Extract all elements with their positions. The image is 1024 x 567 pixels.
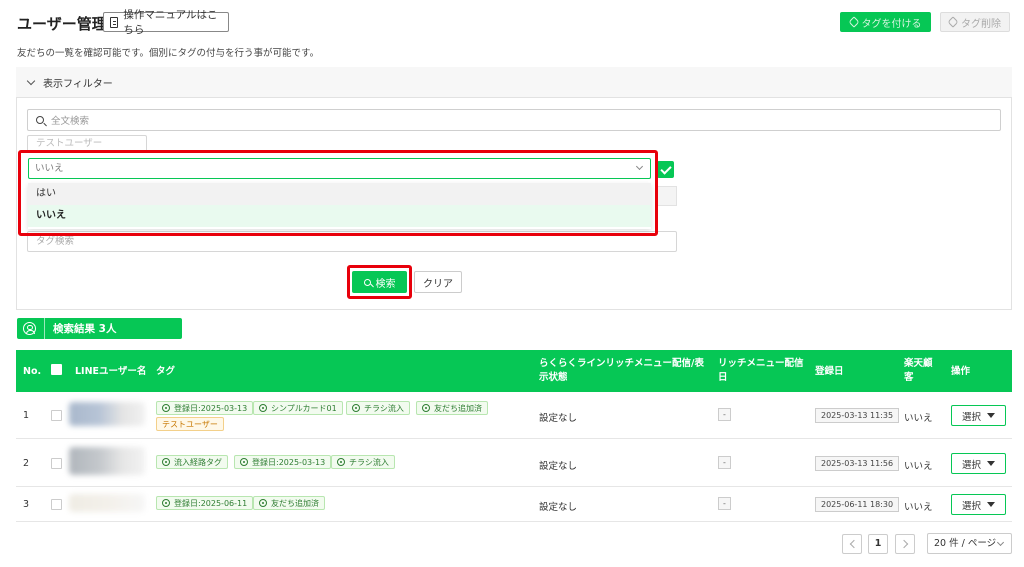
tag-chip[interactable]: 登録日:2025-03-13	[156, 401, 254, 415]
manual-button[interactable]: 操作マニュアルはこちら	[103, 9, 229, 36]
tag-chip[interactable]: 流入経路タグ	[156, 455, 228, 469]
chevron-down-icon	[26, 76, 36, 85]
row-divider	[16, 486, 1012, 487]
user-icon	[23, 322, 36, 335]
filter-toggle[interactable]: 表示フィルター	[16, 67, 1012, 98]
tag-chip[interactable]: 登録日:2025-03-13	[234, 455, 332, 469]
select-action-button[interactable]: 選択	[951, 494, 1006, 515]
row-checkbox[interactable]	[51, 410, 62, 421]
col-richmenu-status: らくらくラインリッチメニュー配信/表 示状態	[539, 358, 704, 383]
page-title: ユーザー管理	[17, 15, 107, 33]
select-action-button[interactable]: 選択	[951, 453, 1006, 474]
row-checkbox[interactable]	[51, 458, 62, 469]
remove-tag-label: タグ削除	[961, 18, 1001, 30]
highlight-box	[347, 265, 412, 299]
remove-tag-icon[interactable]	[259, 404, 267, 412]
select-all-checkbox[interactable]	[51, 364, 62, 375]
col-rakuten: 楽天顧 客	[904, 358, 933, 383]
caret-down-icon	[987, 461, 995, 466]
col-registered: 登録日	[815, 366, 844, 377]
row-divider	[16, 438, 1012, 439]
col-actions: 操作	[951, 366, 971, 377]
chevron-down-icon	[996, 538, 1005, 547]
filter-title: 表示フィルター	[43, 78, 113, 90]
tag-chip[interactable]: シンプルカード01	[253, 401, 343, 415]
remove-tag-icon[interactable]	[259, 499, 267, 507]
remove-tag-icon[interactable]	[422, 404, 430, 412]
tag-chip[interactable]: チラシ流入	[346, 401, 410, 415]
remove-tag-icon[interactable]	[162, 499, 170, 507]
caret-down-icon	[987, 502, 995, 507]
tag-chip[interactable]: テストユーザー	[156, 417, 224, 431]
row-number: 2	[23, 458, 30, 469]
delivery-date: -	[718, 456, 731, 469]
tag-chip[interactable]: 友だち追加済	[416, 401, 488, 415]
delivery-date: -	[718, 408, 731, 421]
tag-chip[interactable]: 友だち追加済	[253, 496, 325, 510]
registered-date: 2025-06-11 18:30	[815, 497, 900, 512]
full-text-search-input[interactable]: 全文検索	[27, 109, 1001, 131]
registered-date: 2025-03-13 11:56	[815, 456, 900, 471]
document-icon	[110, 16, 119, 28]
remove-tag-button[interactable]: タグ削除	[940, 12, 1010, 32]
rakuten-status: いいえ	[904, 502, 933, 513]
search-icon	[36, 116, 44, 124]
page-size-value: 20 件 / ページ	[934, 538, 997, 549]
manual-button-label: 操作マニュアルはこちら	[123, 9, 218, 36]
select-action-button[interactable]: 選択	[951, 405, 1006, 426]
search-placeholder: 全文検索	[51, 116, 90, 127]
results-count: 検索結果 3人	[53, 323, 117, 335]
page-description: 友だちの一覧を確認可能です。個別にタグの付与を行う事が可能です。	[17, 48, 320, 59]
page-number[interactable]: 1	[868, 534, 888, 554]
filter-checkbox[interactable]	[657, 161, 674, 178]
tag-chip[interactable]: チラシ流入	[331, 455, 395, 469]
col-no: No.	[23, 366, 42, 377]
tag-icon	[947, 16, 959, 28]
richmenu-status: 設定なし	[539, 502, 578, 513]
add-tag-label: タグを付ける	[861, 18, 922, 30]
row-divider	[16, 521, 1012, 522]
col-richmenu-delivery: リッチメニュー配信 日	[718, 358, 804, 383]
clear-button[interactable]: クリア	[414, 271, 462, 293]
remove-tag-icon[interactable]	[240, 458, 248, 466]
richmenu-status: 設定なし	[539, 461, 578, 472]
row-number: 1	[23, 410, 30, 421]
results-banner: 検索結果 3人	[17, 318, 182, 339]
page-size-select[interactable]: 20 件 / ページ	[927, 533, 1012, 554]
row-checkbox[interactable]	[51, 499, 62, 510]
caret-down-icon	[987, 413, 995, 418]
col-line-name: LINEユーザー名	[75, 366, 147, 377]
prev-page-button[interactable]	[842, 534, 862, 554]
divider	[44, 318, 45, 339]
field-addon	[655, 186, 677, 206]
rakuten-status: いいえ	[904, 413, 933, 424]
registered-date: 2025-03-13 11:35	[815, 408, 900, 423]
rakuten-status: いいえ	[904, 461, 933, 472]
col-tag: タグ	[156, 366, 176, 377]
next-page-button[interactable]	[895, 534, 915, 554]
avatar	[69, 402, 145, 426]
remove-tag-icon[interactable]	[162, 404, 170, 412]
remove-tag-icon[interactable]	[352, 404, 360, 412]
tag-icon	[847, 16, 860, 28]
row-number: 3	[23, 499, 30, 510]
add-tag-button[interactable]: タグを付ける	[840, 12, 931, 32]
remove-tag-icon[interactable]	[162, 458, 170, 466]
avatar	[69, 447, 145, 475]
highlight-box	[18, 150, 658, 236]
delivery-date: -	[718, 497, 731, 510]
remove-tag-icon[interactable]	[337, 458, 345, 466]
richmenu-status: 設定なし	[539, 413, 578, 424]
avatar	[69, 494, 145, 512]
tag-chip[interactable]: 登録日:2025-06-11	[156, 496, 254, 510]
